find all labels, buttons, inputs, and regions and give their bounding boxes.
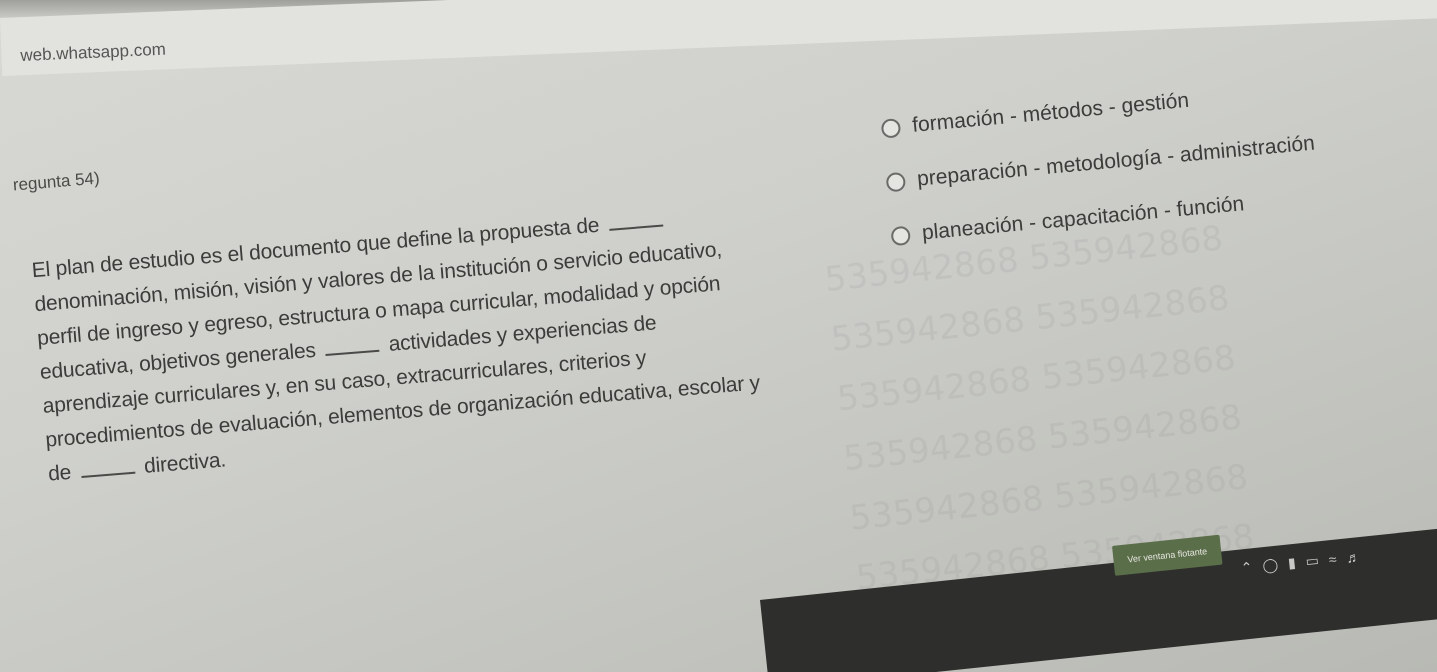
question-text: El plan de estudio es el documento que d… bbox=[30, 193, 807, 491]
answer-blank-3 bbox=[79, 451, 136, 479]
answer-blank-2 bbox=[324, 329, 380, 357]
photo-scene: web.whatsapp.com 535942868 535942868 535… bbox=[0, 0, 1437, 672]
radio-icon[interactable] bbox=[890, 225, 912, 246]
answer-options: formación - métodos - gestión preparació… bbox=[879, 63, 1322, 263]
volume-icon[interactable]: ♬ bbox=[1346, 548, 1362, 565]
wifi-icon[interactable]: ≈ bbox=[1328, 550, 1337, 567]
battery-icon[interactable]: ▮ bbox=[1287, 554, 1296, 572]
notification-icon[interactable]: ◯ bbox=[1262, 556, 1279, 575]
monitor-icon[interactable]: ▭ bbox=[1305, 552, 1320, 570]
answer-blank-1 bbox=[607, 204, 664, 231]
radio-icon[interactable] bbox=[880, 117, 902, 139]
question-number: regunta 54) bbox=[12, 168, 101, 195]
chevron-up-icon[interactable]: ⌃ bbox=[1240, 559, 1253, 577]
radio-icon[interactable] bbox=[885, 171, 907, 192]
